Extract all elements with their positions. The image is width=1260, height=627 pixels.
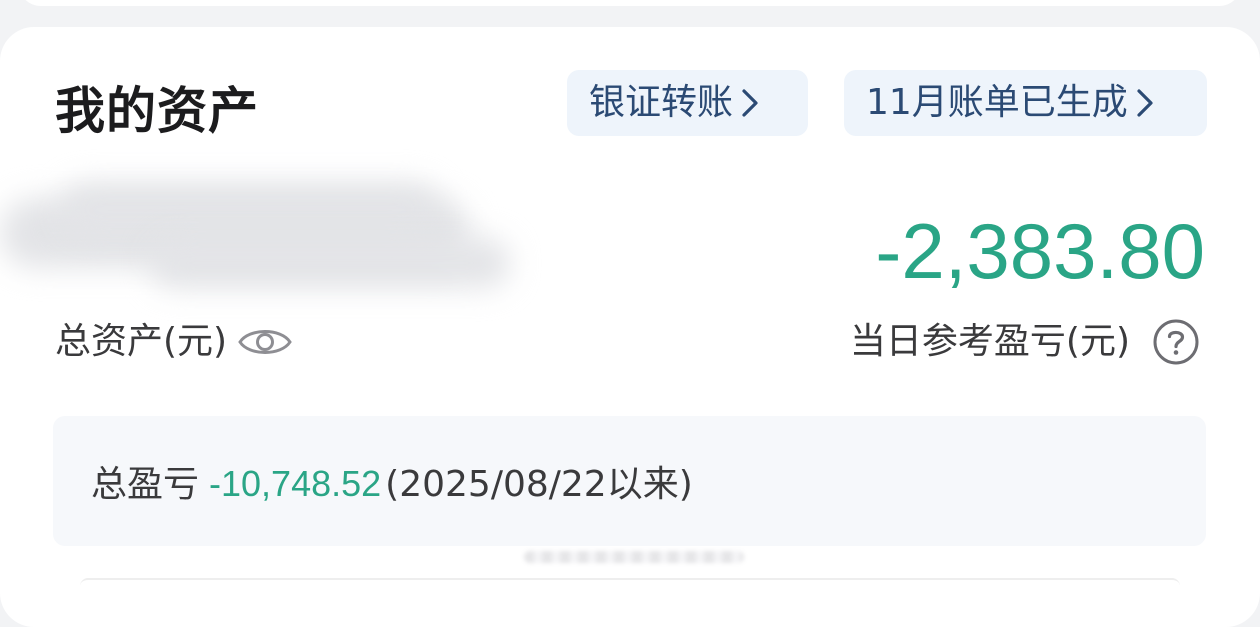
daily-pl-label: 当日参考盈亏(元) — [849, 321, 1130, 362]
total-pl-label: 总盈亏 — [91, 464, 200, 505]
chevron-right-icon — [739, 87, 761, 119]
chevron-right-icon — [1134, 87, 1156, 119]
total-pl-value: -10,748.52 — [209, 463, 382, 504]
total-pl-row: 总盈亏 -10,748.52 (2025/08/22以来) — [91, 454, 693, 515]
previous-card — [18, 0, 1242, 6]
monthly-bill-button[interactable]: 11月账单已生成 — [844, 70, 1207, 136]
daily-pl-value: -2,383.80 — [875, 207, 1205, 295]
next-card-edge — [80, 578, 1180, 594]
eye-icon[interactable] — [237, 322, 293, 362]
page-title: 我的资产 — [55, 82, 259, 140]
bank-transfer-label: 银证转账 — [589, 82, 734, 123]
monthly-bill-label: 11月账单已生成 — [866, 82, 1128, 123]
daily-pl-label-row: 当日参考盈亏(元) — [850, 312, 1200, 372]
total-assets-label-row: 总资产(元) — [55, 312, 293, 372]
total-pl-since: (2025/08/22以来) — [385, 464, 693, 505]
bank-transfer-button[interactable]: 银证转账 — [567, 70, 808, 136]
obscured-indicator — [524, 551, 744, 563]
total-pl-summary[interactable]: 总盈亏 -10,748.52 (2025/08/22以来) — [53, 416, 1206, 546]
question-circle-icon[interactable] — [1152, 318, 1200, 366]
total-assets-label: 总资产(元) — [55, 321, 228, 362]
total-assets-value-obscured — [0, 178, 540, 298]
